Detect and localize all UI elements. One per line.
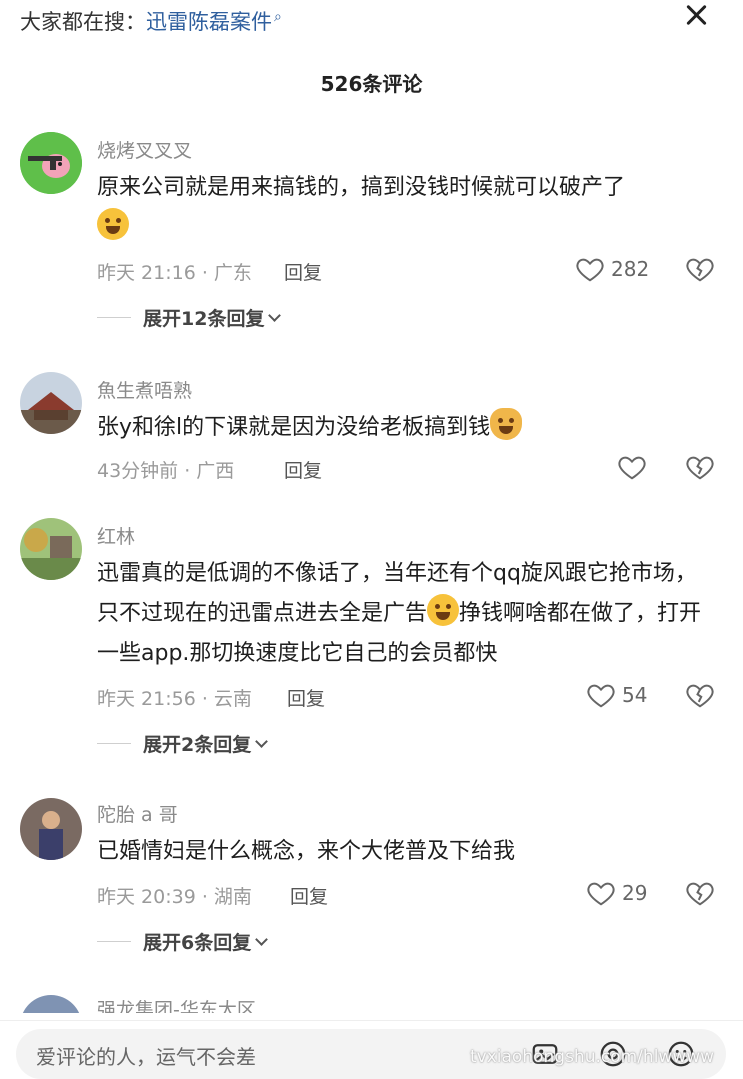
heart-icon xyxy=(576,258,604,282)
avatar[interactable] xyxy=(20,798,82,860)
search-icon[interactable]: ⌕ xyxy=(274,9,282,25)
watermark: tvxiaohongshu.com/hlwwww xyxy=(470,1047,715,1067)
comment-meta: 昨天 20:39 · 湖南 xyxy=(97,886,252,908)
comment-meta: 昨天 21:56 · 云南 xyxy=(97,688,252,710)
chevron-down-icon xyxy=(268,309,282,322)
comment-item-partial: 强龙集团-华东大区 xyxy=(0,993,743,1013)
comment-username[interactable]: 红林 xyxy=(97,522,135,549)
search-keyword[interactable]: 迅雷陈磊案件 xyxy=(146,10,272,34)
divider xyxy=(97,317,131,318)
expand-label: 展开2条回复 xyxy=(143,734,252,756)
like-count: 282 xyxy=(611,257,650,281)
search-prefix: 大家都在搜： xyxy=(20,10,146,34)
comment-text: 原来公司就是用来搞钱的，搞到没钱时候就可以破产了 xyxy=(97,168,717,248)
comment-input-placeholder: 爱评论的人，运气不会差 xyxy=(36,1045,256,1069)
comment-input-bar: 爱评论的人，运气不会差 tvxiaohongshu.com/hlwwww xyxy=(0,1020,743,1079)
comment-count: 526条评论 xyxy=(320,72,423,96)
expand-replies-button[interactable]: 展开2条回复 xyxy=(97,730,269,757)
comment-meta: 昨天 21:16 · 广东 xyxy=(97,262,252,284)
chevron-down-icon xyxy=(255,933,269,946)
search-suggestion[interactable]: 大家都在搜：迅雷陈磊案件 ⌕ xyxy=(20,6,282,36)
like-button[interactable]: 282 xyxy=(575,254,649,284)
avatar-image xyxy=(20,132,82,194)
like-count: 54 xyxy=(622,683,648,707)
comment-username[interactable]: 强龙集团-华东大区 xyxy=(97,995,256,1013)
sweat-smile-emoji-icon xyxy=(427,594,460,626)
heart-icon xyxy=(587,684,615,708)
like-button[interactable] xyxy=(617,452,647,482)
divider xyxy=(97,941,131,942)
like-count: 29 xyxy=(622,881,648,905)
broken-heart-icon[interactable] xyxy=(685,680,715,710)
reply-button[interactable]: 回复 xyxy=(287,684,325,711)
comment-username[interactable]: 魚生煮唔熟 xyxy=(97,376,192,403)
expand-label: 展开6条回复 xyxy=(143,932,252,954)
reply-button[interactable]: 回复 xyxy=(284,258,322,285)
chevron-down-icon xyxy=(255,735,269,748)
avatar-image xyxy=(20,798,82,860)
avatar[interactable] xyxy=(20,518,82,580)
avatar[interactable] xyxy=(20,132,82,194)
broken-heart-icon[interactable] xyxy=(685,878,715,908)
expand-replies-button[interactable]: 展开12条回复 xyxy=(97,304,282,331)
heart-icon xyxy=(618,456,646,480)
heart-icon xyxy=(587,882,615,906)
avatar-image xyxy=(20,518,82,580)
avatar[interactable] xyxy=(20,372,82,434)
top-bar: 大家都在搜：迅雷陈磊案件 ⌕ xyxy=(0,0,743,40)
reply-button[interactable]: 回复 xyxy=(290,882,328,909)
cat-emoji-icon xyxy=(490,408,523,440)
laughing-emoji-icon xyxy=(97,208,129,240)
divider xyxy=(97,743,131,744)
expand-label: 展开12条回复 xyxy=(143,308,265,330)
comment-username[interactable]: 烧烤叉叉叉 xyxy=(97,136,192,163)
avatar-image xyxy=(20,372,82,434)
close-icon[interactable] xyxy=(680,0,712,32)
expand-replies-button[interactable]: 展开6条回复 xyxy=(97,928,269,955)
comment-text: 已婚情妇是什么概念，来个大佬普及下给我 xyxy=(97,839,516,864)
comment-text: 迅雷真的是低调的不像话了，当年还有个qq旋风跟它抢市场，只不过现在的迅雷点进去全… xyxy=(97,554,717,674)
comment-text: 张y和徐l的下课就是因为没给老板搞到钱 xyxy=(97,408,717,448)
reply-button[interactable]: 回复 xyxy=(284,456,322,483)
comment-text-content: 张y和徐l的下课就是因为没给老板搞到钱 xyxy=(97,415,491,440)
broken-heart-icon[interactable] xyxy=(685,254,715,284)
broken-heart-icon[interactable] xyxy=(685,452,715,482)
comment-meta: 43分钟前 · 广西 xyxy=(97,460,235,482)
comment-username[interactable]: 陀胎 a 哥 xyxy=(97,800,178,827)
comment-text-content: 原来公司就是用来搞钱的，搞到没钱时候就可以破产了 xyxy=(97,175,626,200)
like-button[interactable]: 54 xyxy=(586,680,647,710)
like-button[interactable]: 29 xyxy=(586,878,647,908)
avatar[interactable] xyxy=(20,995,82,1013)
